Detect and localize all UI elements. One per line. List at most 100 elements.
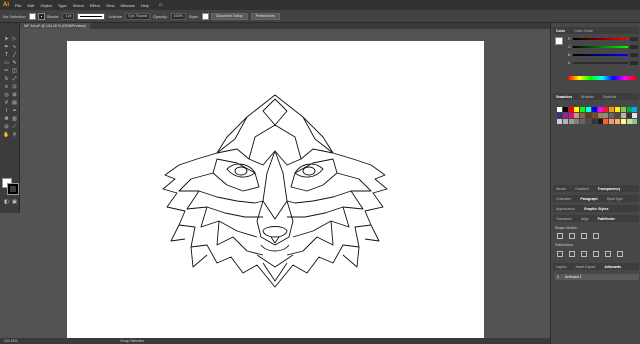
menu-type[interactable]: Type <box>58 3 67 8</box>
slice-icon[interactable]: ⟋ <box>11 124 18 131</box>
color-swatch[interactable] <box>557 119 562 124</box>
artboard-row[interactable]: 1 Artboard 1 <box>555 274 639 280</box>
menu-file[interactable]: File <box>15 3 21 8</box>
color-swatch[interactable] <box>609 113 615 118</box>
artboard-icon[interactable]: ⊟ <box>3 124 10 131</box>
crop-button[interactable] <box>593 251 599 257</box>
tab-color[interactable]: Color <box>553 29 565 33</box>
tab-paragraph[interactable]: Paragraph <box>577 197 597 201</box>
direct-selection-icon[interactable]: ▷ <box>11 36 18 43</box>
line-icon[interactable]: ╱ <box>11 52 18 59</box>
rectangle-icon[interactable]: ▭ <box>3 60 10 67</box>
color-swatch[interactable] <box>632 107 638 112</box>
menu-view[interactable]: View <box>106 3 115 8</box>
color-swatch[interactable] <box>597 119 603 124</box>
color-swatch[interactable] <box>609 119 615 124</box>
color-swatch[interactable] <box>568 113 574 118</box>
document-setup-button[interactable]: Document Setup <box>210 12 248 20</box>
divide-button[interactable] <box>557 251 563 257</box>
shape-builder-icon[interactable]: ◎ <box>3 92 10 99</box>
pencil-icon[interactable]: ✏ <box>3 68 10 75</box>
tab-color-guide[interactable]: Color Guide <box>571 29 593 33</box>
tab-transform[interactable]: Transform <box>553 217 572 221</box>
menu-effect[interactable]: Effect <box>90 3 100 8</box>
color-spectrum[interactable] <box>568 76 636 80</box>
color-slider-r[interactable]: R <box>568 36 638 41</box>
color-swatch[interactable] <box>615 113 620 118</box>
stroke-swatch[interactable] <box>37 12 45 20</box>
fill-swatch[interactable] <box>28 12 36 20</box>
color-slider-k[interactable]: # <box>568 60 638 65</box>
menu-window[interactable]: Window <box>120 3 134 8</box>
zoom-readout[interactable]: 104.16% <box>4 339 17 343</box>
curvature-icon[interactable]: ∿ <box>11 44 18 51</box>
tab-pathfinder[interactable]: Pathfinder <box>595 217 615 221</box>
color-fill-box[interactable] <box>555 37 563 45</box>
tab-character[interactable]: Character <box>553 197 571 201</box>
color-swatch[interactable] <box>557 107 562 112</box>
eraser-icon[interactable]: ◫ <box>11 68 18 75</box>
color-swatch[interactable] <box>620 107 626 112</box>
stroke-weight-field[interactable]: 1 pt <box>62 12 75 20</box>
color-swatch[interactable] <box>591 119 597 124</box>
opacity-field[interactable]: 100% <box>170 12 186 20</box>
color-swatch[interactable] <box>580 119 586 124</box>
preferences-button[interactable]: Preferences <box>250 12 281 20</box>
color-swatch[interactable] <box>615 107 620 112</box>
tab-asset-export[interactable]: Asset Export <box>573 265 596 269</box>
rotate-icon[interactable]: ↻ <box>3 76 10 83</box>
color-swatch[interactable] <box>603 107 609 112</box>
color-swatch[interactable] <box>597 113 603 118</box>
hand-icon[interactable]: ✋ <box>3 132 10 139</box>
color-swatch[interactable] <box>591 113 597 118</box>
color-swatch[interactable] <box>574 107 580 112</box>
graph-icon[interactable]: ▥ <box>11 116 18 123</box>
color-swatch[interactable] <box>615 119 620 124</box>
trim-button[interactable] <box>569 251 575 257</box>
free-transform-icon[interactable]: ⊡ <box>11 84 18 91</box>
tab-transparency[interactable]: Transparency <box>595 187 621 191</box>
merge-button[interactable] <box>581 251 587 257</box>
color-swatch[interactable] <box>626 119 632 124</box>
draw-mode-icon[interactable]: ◧ <box>3 199 10 206</box>
color-swatch[interactable] <box>574 113 580 118</box>
color-swatch[interactable] <box>603 113 609 118</box>
variable-width-profile[interactable] <box>77 12 106 20</box>
perspective-icon[interactable]: ⊞ <box>11 92 18 99</box>
color-swatch[interactable] <box>574 119 580 124</box>
color-slider-b[interactable]: B <box>568 52 638 57</box>
canvas-area[interactable] <box>20 29 550 338</box>
color-swatch[interactable] <box>562 119 568 124</box>
color-swatch[interactable] <box>620 113 626 118</box>
wolf-line-art[interactable] <box>67 41 484 338</box>
color-swatch[interactable] <box>586 113 591 118</box>
color-swatch[interactable] <box>568 119 574 124</box>
tab-graphic-styles[interactable]: Graphic Styles <box>581 207 609 211</box>
home-icon[interactable]: ⌂ <box>159 2 163 8</box>
color-swatch[interactable] <box>586 107 591 112</box>
eyedropper-icon[interactable]: ⌇ <box>3 108 10 115</box>
brush-icon[interactable]: ✎ <box>11 60 18 67</box>
color-swatch[interactable] <box>562 107 568 112</box>
tab-symbols[interactable]: Symbols <box>600 95 616 99</box>
color-swatch[interactable] <box>562 113 568 118</box>
menu-help[interactable]: Help <box>141 3 149 8</box>
menu-select[interactable]: Select <box>73 3 84 8</box>
gradient-icon[interactable]: ▤ <box>11 100 18 107</box>
intersect-button[interactable] <box>581 233 587 239</box>
color-swatch[interactable] <box>580 113 586 118</box>
tab-artboards[interactable]: Artboards <box>601 265 621 269</box>
color-swatch[interactable] <box>568 107 574 112</box>
color-swatch[interactable] <box>557 113 562 118</box>
mesh-icon[interactable]: # <box>3 100 10 107</box>
color-swatch[interactable] <box>632 119 638 124</box>
color-swatch[interactable] <box>620 119 626 124</box>
brush-definition[interactable]: 5 pt. Round <box>125 12 150 20</box>
exclude-button[interactable] <box>593 233 599 239</box>
color-swatch[interactable] <box>580 107 586 112</box>
width-icon[interactable]: ≍ <box>3 84 10 91</box>
color-swatch[interactable] <box>591 107 597 112</box>
artboard[interactable] <box>67 41 484 338</box>
blend-icon[interactable]: ⚭ <box>11 108 18 115</box>
swatch-grid[interactable] <box>557 107 639 147</box>
